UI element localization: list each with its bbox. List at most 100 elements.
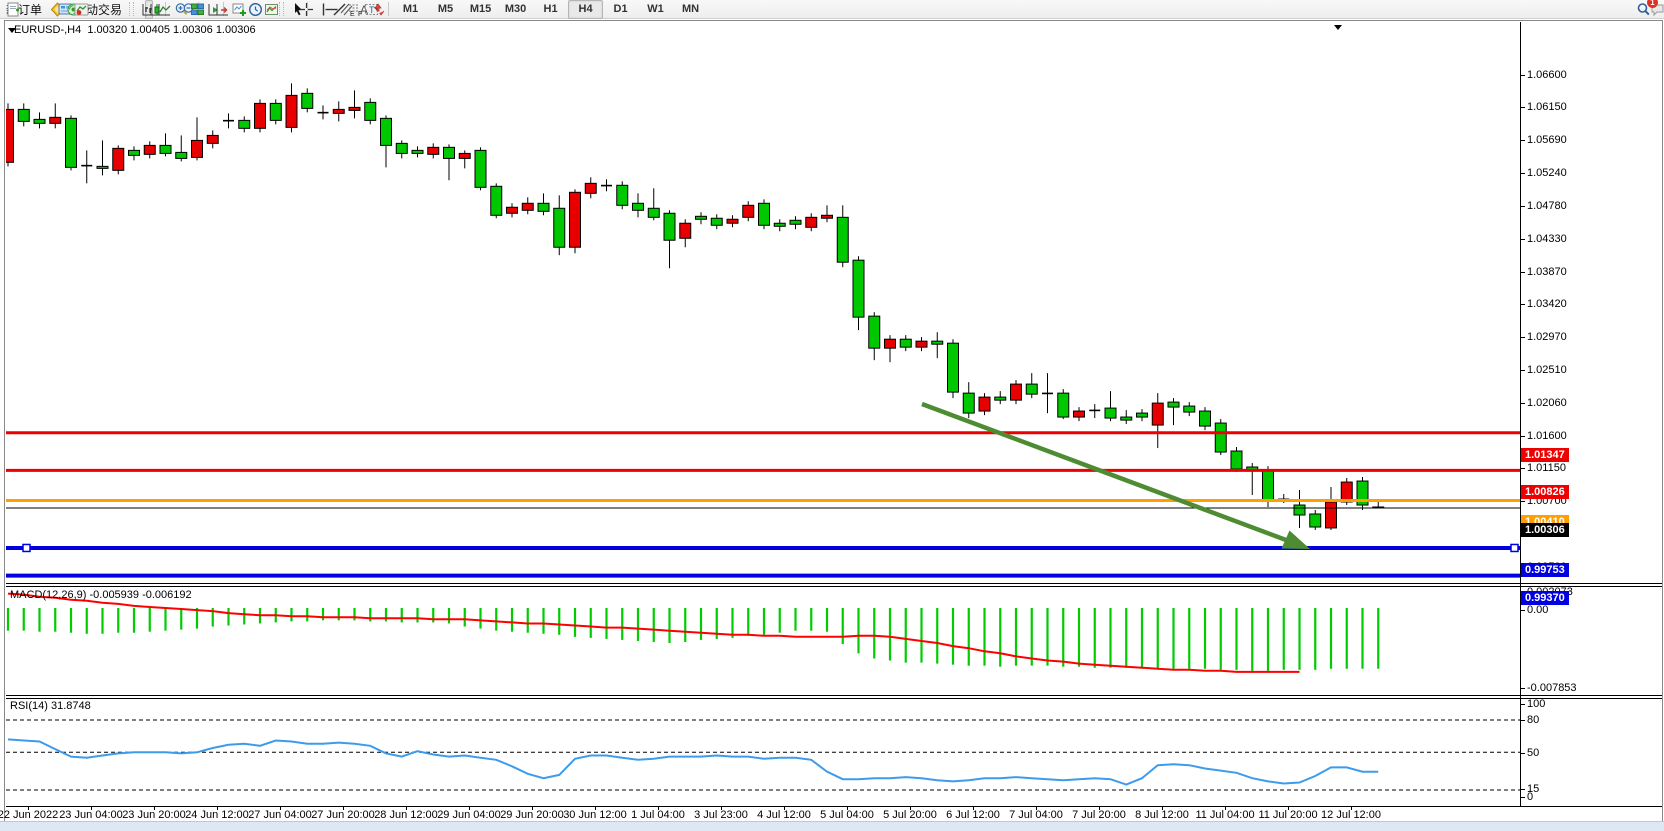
- price-tick: [1520, 370, 1525, 371]
- price-tick: [1520, 337, 1525, 338]
- autotrading-button[interactable]: 自动交易: [70, 0, 126, 19]
- timeframe-button-h4[interactable]: H4: [568, 0, 603, 19]
- candle: [491, 183, 502, 218]
- candle: [932, 332, 943, 358]
- time-tick-label: 7 Jul 04:00: [1009, 809, 1063, 821]
- toolbar-grip: [129, 2, 134, 16]
- timeframe-button-mn[interactable]: MN: [673, 0, 708, 19]
- candle: [585, 177, 596, 198]
- candle: [743, 201, 754, 221]
- price-tick: [1520, 173, 1525, 174]
- candle: [412, 146, 423, 157]
- candle: [129, 146, 140, 160]
- timeframe-button-m30[interactable]: M30: [498, 0, 533, 19]
- candle: [1184, 402, 1195, 416]
- time-tick-label: 7 Jul 20:00: [1072, 809, 1126, 821]
- rsi-tick: [1520, 704, 1525, 705]
- candle: [66, 115, 77, 170]
- candle: [365, 98, 376, 124]
- notification-badge: 1: [1647, 0, 1658, 8]
- candle: [318, 105, 329, 119]
- candle: [648, 188, 659, 220]
- time-tick-label: 11 Jul 04:00: [1195, 809, 1254, 821]
- bar-chart-button[interactable]: [137, 0, 145, 19]
- candle: [963, 382, 974, 418]
- candle: [34, 112, 45, 128]
- panel-border: [6, 586, 1662, 587]
- search-button[interactable]: [1632, 0, 1640, 19]
- tile-windows-icon: [190, 2, 205, 17]
- new-order-button[interactable]: 新订单: [2, 0, 46, 19]
- candle: [81, 150, 92, 183]
- panel-border: [6, 698, 1662, 699]
- timeframe-button-w1[interactable]: W1: [638, 0, 673, 19]
- time-tick-label: 5 Jul 04:00: [820, 809, 874, 821]
- price-tick: [1520, 501, 1525, 502]
- notifications-button[interactable]: 1: [1646, 0, 1654, 19]
- arrows-icon: [372, 2, 387, 17]
- time-tick-label: 27 Jun 04:00: [248, 809, 312, 821]
- panel-splitter[interactable]: [6, 695, 1662, 696]
- line-handle[interactable]: [23, 544, 30, 551]
- timeframe-button-h1[interactable]: H1: [533, 0, 568, 19]
- candle: [18, 103, 29, 126]
- candle: [1011, 380, 1022, 404]
- candle: [1294, 490, 1305, 528]
- price-tick: [1520, 107, 1525, 108]
- rsi-scale-label: 80: [1527, 714, 1539, 726]
- candle: [916, 337, 927, 351]
- time-tick-label: 8 Jul 12:00: [1135, 809, 1189, 821]
- macd-plot[interactable]: [6, 587, 1520, 695]
- candle: [192, 117, 203, 160]
- candlestick-plot[interactable]: [6, 22, 1520, 583]
- indicators-button[interactable]: [228, 0, 244, 19]
- candle: [444, 144, 455, 180]
- line-handle[interactable]: [1511, 544, 1518, 551]
- macd-scale-label: -0.007853: [1527, 682, 1577, 694]
- indicators-add-icon: [232, 2, 247, 17]
- candle: [1231, 447, 1242, 472]
- candle: [554, 195, 565, 255]
- time-tick-label: 3 Jul 23:00: [694, 809, 748, 821]
- hline-price-label: 0.99753: [1521, 563, 1569, 577]
- metaeditor-button[interactable]: [46, 0, 54, 19]
- clock-icon: [248, 2, 263, 17]
- cursor-tool-button[interactable]: [287, 0, 295, 19]
- price-tick-label: 1.06150: [1527, 101, 1567, 113]
- candle: [1042, 373, 1053, 413]
- timeframe-button-m5[interactable]: M5: [428, 0, 463, 19]
- time-tick-label: 6 Jul 12:00: [946, 809, 1000, 821]
- time-tick-label: 5 Jul 20:00: [883, 809, 937, 821]
- price-tick-label: 1.02970: [1527, 331, 1567, 343]
- candle: [979, 393, 990, 415]
- rsi-tick: [1520, 797, 1525, 798]
- time-axis[interactable]: 22 Jun 202223 Jun 04:0023 Jun 20:0024 Ju…: [0, 806, 1520, 821]
- candle: [759, 199, 770, 229]
- chart-shift-icon: [215, 2, 230, 17]
- candle: [144, 141, 155, 158]
- timeframe-button-d1[interactable]: D1: [603, 0, 638, 19]
- price-tick-label: 1.05690: [1527, 134, 1567, 146]
- candle: [1168, 398, 1179, 425]
- price-tick: [1520, 403, 1525, 404]
- candle: [806, 213, 817, 231]
- rsi-tick: [1520, 753, 1525, 754]
- candle: [617, 181, 628, 209]
- candle: [853, 256, 864, 330]
- candle: [507, 203, 518, 217]
- rsi-label: RSI(14) 31.8748: [10, 700, 91, 712]
- time-tick-label: 11 Jul 20:00: [1258, 809, 1317, 821]
- macd-tick: [1520, 610, 1525, 611]
- timeframe-button-m1[interactable]: M1: [393, 0, 428, 19]
- price-tick: [1520, 206, 1525, 207]
- timeframe-button-m15[interactable]: M15: [463, 0, 498, 19]
- candle: [680, 219, 691, 247]
- candle: [6, 103, 14, 166]
- macd-tick: [1520, 688, 1525, 689]
- rsi-scale-label: 0: [1527, 791, 1533, 803]
- price-tick: [1520, 436, 1525, 437]
- candle: [396, 140, 407, 158]
- rsi-plot[interactable]: [6, 698, 1520, 806]
- candle: [1200, 407, 1211, 430]
- panel-splitter[interactable]: [6, 583, 1662, 584]
